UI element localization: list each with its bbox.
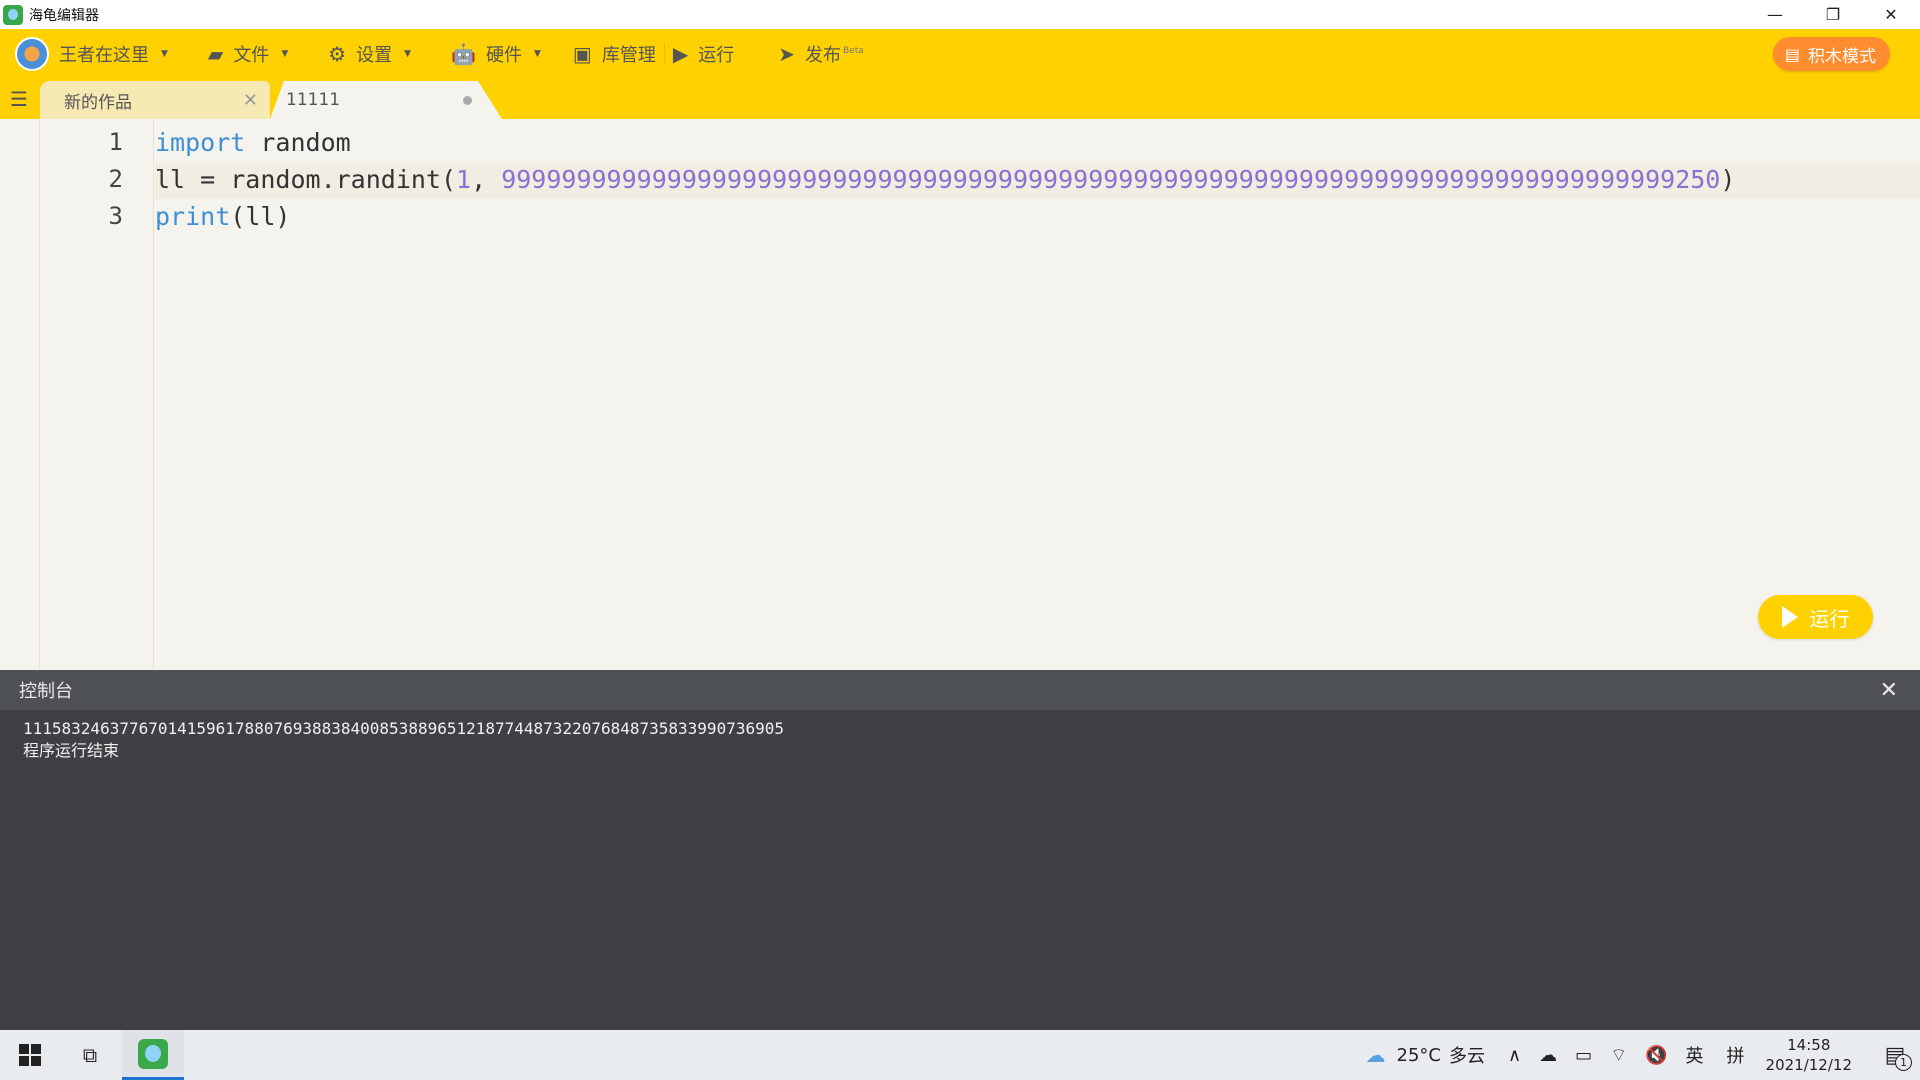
tab-label: 11111 <box>286 90 341 110</box>
line-number: 1 <box>108 128 123 156</box>
inbox-icon: ▣ <box>572 42 592 66</box>
hardware-menu[interactable]: 🤖 硬件 ▼ <box>451 29 541 79</box>
run-label: 运行 <box>698 45 735 66</box>
number-token: 9999999999999999999999999999999999999999… <box>501 165 1721 194</box>
title-bar: 海龟编辑器 — ❐ ✕ <box>0 0 1920 29</box>
ime-language[interactable]: 英 <box>1686 1042 1704 1068</box>
window-title: 海龟编辑器 <box>29 7 99 24</box>
app-logo-icon <box>138 1038 168 1069</box>
publish-label: 发布 <box>804 45 841 66</box>
robot-icon: 🤖 <box>451 42 476 66</box>
clock[interactable]: 14:58 2021/12/12 <box>1766 1035 1852 1075</box>
weather-icon[interactable]: ☁ <box>1366 1043 1386 1067</box>
main-toolbar: 王者在这里 ▼ ▰ 文件 ▼ ⚙ 设置 ▼ 🤖 硬件 ▼ ▣ 库管理 ▶ 运行 … <box>0 29 1920 79</box>
keyword-token: import <box>155 128 246 157</box>
tab-label: 新的作品 <box>64 92 132 113</box>
close-window-button[interactable]: ✕ <box>1862 0 1920 29</box>
windows-logo-icon <box>19 1044 41 1066</box>
code-text-area[interactable]: import random ll = random.randint(1, 999… <box>155 119 1920 670</box>
user-name: 王者在这里 <box>59 45 149 66</box>
beta-badge: Beta <box>842 46 864 56</box>
window-controls: — ❐ ✕ <box>1746 0 1920 29</box>
minimize-button[interactable]: — <box>1746 0 1804 29</box>
chevron-down-icon: ▼ <box>534 49 541 59</box>
restore-button[interactable]: ❐ <box>1804 0 1862 29</box>
wifi-icon[interactable]: ⌔ <box>1610 1044 1627 1067</box>
code-token: random <box>245 128 351 157</box>
unsaved-dot-icon[interactable] <box>463 95 472 105</box>
task-view-icon[interactable]: ⧉ <box>60 1030 120 1080</box>
blocks-icon: ▤ <box>1784 44 1800 64</box>
floating-run-button[interactable]: 运行 <box>1758 595 1873 639</box>
clock-time: 14:58 <box>1787 1036 1831 1054</box>
close-console-icon[interactable]: ✕ <box>1880 678 1898 703</box>
chevron-down-icon: ▼ <box>281 49 289 59</box>
number-token: 1 <box>456 165 472 194</box>
editor-side-strip <box>0 119 40 670</box>
code-line-3[interactable]: print(ll) <box>155 198 290 235</box>
battery-icon[interactable]: ▭ <box>1575 1045 1592 1066</box>
line-number-gutter: 1 2 3 <box>40 119 154 670</box>
toolbar-run-button[interactable]: ▶ 运行 <box>673 29 734 79</box>
code-line-1[interactable]: import random <box>155 124 351 161</box>
taskbar-app-turtle-editor[interactable] <box>122 1030 184 1080</box>
close-icon[interactable]: ✕ <box>243 90 258 111</box>
code-editor: 1 2 3 import random ll = random.randint(… <box>0 119 1920 670</box>
hamburger-menu-icon[interactable]: ☰ <box>0 79 38 119</box>
toolbar-divider <box>663 43 665 65</box>
hardware-menu-label: 硬件 <box>486 45 522 66</box>
line-number: 3 <box>108 202 123 230</box>
console-title: 控制台 <box>19 681 73 702</box>
library-label: 库管理 <box>601 45 656 66</box>
keyword-token: print <box>155 202 231 231</box>
run-button-label: 运行 <box>1809 606 1850 631</box>
chevron-up-icon[interactable]: ∧ <box>1508 1045 1521 1066</box>
tab-11111[interactable]: 11111 <box>270 81 502 119</box>
blocks-mode-button[interactable]: ▤ 积木模式 <box>1772 37 1890 71</box>
console-panel: 控制台 ✕ 1115832463776701415961788076938838… <box>0 670 1920 1030</box>
start-button[interactable] <box>0 1030 60 1080</box>
weather-temp[interactable]: 25°C <box>1397 1045 1441 1066</box>
paper-plane-icon: ➤ <box>778 42 795 66</box>
folder-icon: ▰ <box>207 42 224 66</box>
console-output-line: 1115832463776701415961788076938838400853… <box>23 719 784 738</box>
play-circle-icon: ▶ <box>672 42 689 66</box>
file-menu[interactable]: ▰ 文件 ▼ <box>208 29 288 79</box>
tab-new-work[interactable]: 新的作品 ✕ <box>40 81 270 119</box>
windows-taskbar: ⧉ ☁ 25°C 多云 ∧ ☁ ▭ ⌔ 🔇 英 拼 14:58 2021/12/… <box>0 1030 1920 1080</box>
gear-icon: ⚙ <box>328 42 347 66</box>
library-manager-button[interactable]: ▣ 库管理 <box>573 29 656 79</box>
play-icon <box>1781 606 1798 628</box>
ime-mode[interactable]: 拼 <box>1727 1042 1745 1068</box>
code-token: , <box>471 165 502 194</box>
cloud-icon[interactable]: ☁ <box>1539 1045 1557 1066</box>
user-menu[interactable]: 王者在这里 ▼ <box>59 29 168 79</box>
app-logo-icon <box>3 4 23 25</box>
clock-date: 2021/12/12 <box>1765 1056 1852 1074</box>
notification-count-badge: 1 <box>1895 1054 1912 1071</box>
tab-bar: ☰ 新的作品 ✕ 11111 <box>0 79 1920 119</box>
speaker-muted-icon[interactable]: 🔇 <box>1645 1045 1667 1066</box>
blocks-mode-label: 积木模式 <box>1808 46 1876 67</box>
chevron-down-icon: ▼ <box>161 49 168 59</box>
notification-center-icon[interactable]: ▤ 1 <box>1870 1030 1920 1080</box>
console-header: 控制台 ✕ <box>0 670 1920 710</box>
system-tray: ☁ 25°C 多云 ∧ ☁ ▭ ⌔ 🔇 英 拼 14:58 2021/12/12… <box>1357 1030 1920 1080</box>
weather-desc[interactable]: 多云 <box>1449 1042 1485 1068</box>
code-token: ) <box>1720 165 1736 194</box>
settings-menu-label: 设置 <box>356 45 393 66</box>
publish-button[interactable]: ➤ 发布 Beta <box>778 29 864 79</box>
code-token: (ll) <box>230 202 291 231</box>
settings-menu[interactable]: ⚙ 设置 ▼ <box>328 29 411 79</box>
line-number: 2 <box>108 165 123 193</box>
code-line-2[interactable]: ll = random.randint(1, 99999999999999999… <box>155 161 1735 198</box>
console-output-line: 程序运行结束 <box>23 741 120 760</box>
console-output[interactable]: 1115832463776701415961788076938838400853… <box>23 718 784 762</box>
code-token: ll = random.randint( <box>155 165 457 194</box>
file-menu-label: 文件 <box>233 45 270 66</box>
chevron-down-icon: ▼ <box>404 49 412 59</box>
user-avatar[interactable] <box>15 37 49 71</box>
